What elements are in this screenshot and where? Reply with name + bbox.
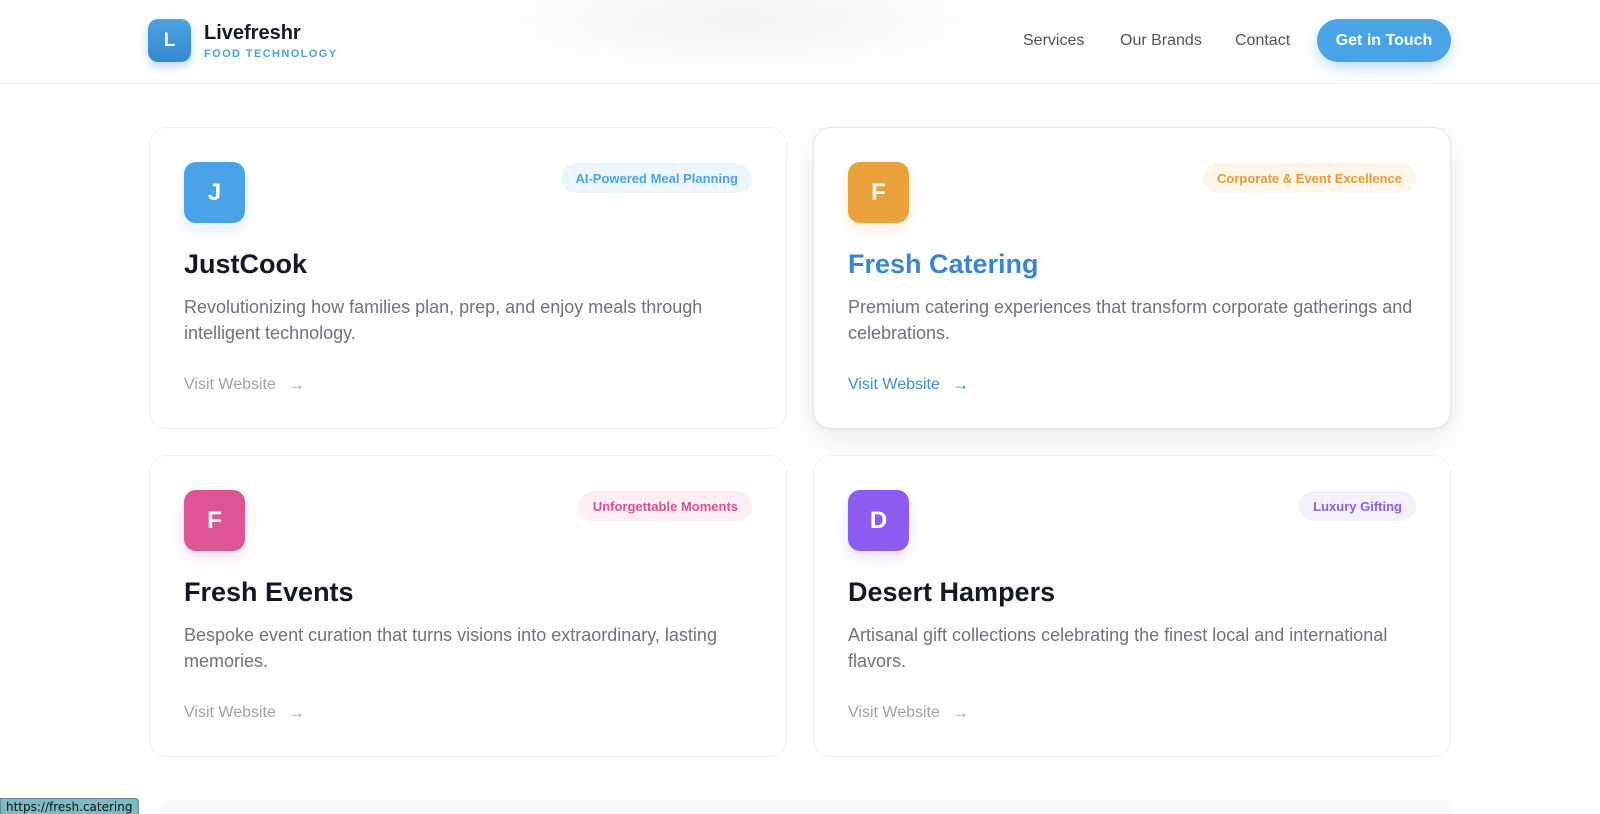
- card-title: Fresh Catering: [848, 249, 1039, 279]
- brand-card-fresh-events[interactable]: F Unforgettable Moments Fresh Events Bes…: [149, 455, 787, 757]
- card-description: Revolutionizing how families plan, prep,…: [184, 297, 703, 343]
- brand-text: Livefreshr FOOD TECHNOLOGY: [204, 21, 337, 60]
- arrow-right-icon: →: [287, 375, 305, 394]
- nav-link-our-brands[interactable]: Our Brands: [1120, 32, 1202, 50]
- tag-badge: Unforgettable Moments: [578, 491, 752, 521]
- visit-website-label: Visit Website: [184, 376, 276, 393]
- justcook-letter-icon: J: [184, 162, 245, 223]
- card-title: JustCook: [184, 249, 308, 279]
- tag-badge: AI-Powered Meal Planning: [561, 163, 752, 193]
- brand-name: Livefreshr: [204, 22, 301, 44]
- header-glow: [460, 0, 1020, 80]
- next-section-edge: [160, 790, 1450, 814]
- brand[interactable]: L Livefreshr FOOD TECHNOLOGY: [148, 19, 337, 62]
- nav-link-contact[interactable]: Contact: [1235, 32, 1290, 50]
- arrow-right-icon: →: [951, 703, 969, 722]
- card-description: Artisanal gift collections celebrating t…: [848, 625, 1388, 671]
- visit-website-link[interactable]: Visit Website →: [848, 703, 969, 723]
- visit-website-label: Visit Website: [848, 704, 940, 721]
- card-description: Premium catering experiences that transf…: [848, 297, 1413, 343]
- brand-card-fresh-catering[interactable]: F Corporate & Event Excellence Fresh Cat…: [813, 127, 1451, 429]
- brand-card-desert-hampers[interactable]: D Luxury Gifting Desert Hampers Artisana…: [813, 455, 1451, 757]
- site-header: L Livefreshr FOOD TECHNOLOGY Services Ou…: [0, 0, 1600, 84]
- brand-logo-icon[interactable]: L: [148, 19, 191, 62]
- fresh-events-letter-icon: F: [184, 490, 245, 551]
- arrow-right-icon: →: [287, 703, 305, 722]
- tag-badge: Luxury Gifting: [1299, 491, 1416, 521]
- visit-website-link[interactable]: Visit Website →: [848, 375, 969, 395]
- visit-website-link[interactable]: Visit Website →: [184, 703, 305, 723]
- status-bar-url: https://fresh.catering: [0, 798, 139, 814]
- tag-badge: Corporate & Event Excellence: [1203, 163, 1416, 193]
- visit-website-label: Visit Website: [848, 376, 940, 393]
- card-title: Fresh Events: [184, 577, 354, 607]
- visit-website-label: Visit Website: [184, 704, 276, 721]
- desert-hampers-letter-icon: D: [848, 490, 909, 551]
- card-title: Desert Hampers: [848, 577, 1056, 607]
- visit-website-link[interactable]: Visit Website →: [184, 375, 305, 395]
- get-in-touch-button[interactable]: Get in Touch: [1317, 19, 1451, 62]
- fresh-catering-letter-icon: F: [848, 162, 909, 223]
- nav-link-services[interactable]: Services: [1023, 32, 1084, 50]
- card-description: Bespoke event curation that turns vision…: [184, 625, 717, 671]
- arrow-right-icon: →: [951, 375, 969, 394]
- brand-card-justcook[interactable]: J AI-Powered Meal Planning JustCook Revo…: [149, 127, 787, 429]
- page: L Livefreshr FOOD TECHNOLOGY Services Ou…: [0, 0, 1600, 814]
- brand-tagline: FOOD TECHNOLOGY: [204, 48, 338, 60]
